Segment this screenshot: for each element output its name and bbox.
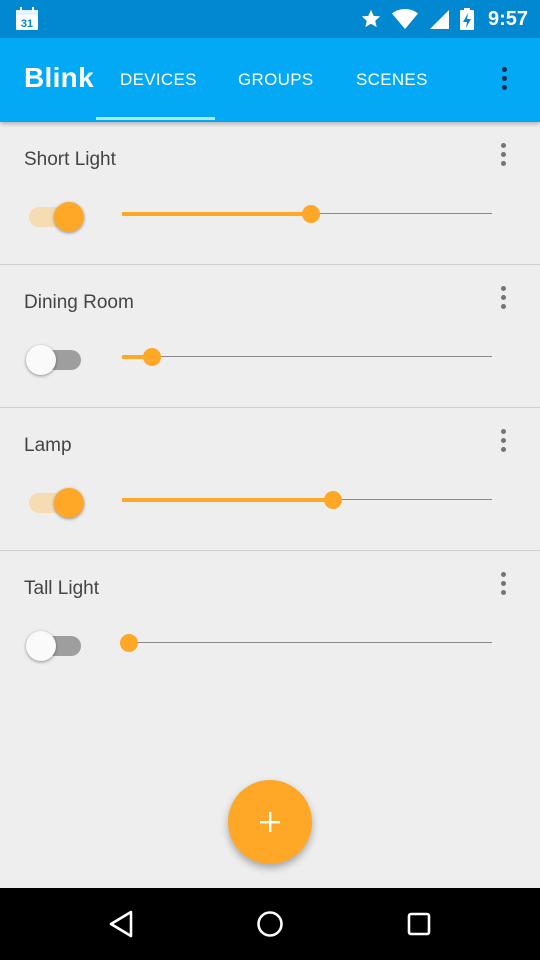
more-vert-icon (489, 285, 517, 309)
device-list: Short Light Dining Room Lamp Tall Light (0, 122, 540, 694)
slider-rail (122, 356, 492, 357)
slider-knob[interactable] (302, 205, 320, 223)
device-menu-button[interactable] (489, 428, 517, 456)
brightness-slider[interactable] (120, 631, 492, 655)
app-title: Blink (24, 62, 94, 93)
switch-thumb (54, 488, 84, 518)
slider-rail (122, 642, 492, 643)
signal-icon (429, 10, 449, 29)
brightness-slider[interactable] (122, 345, 492, 369)
power-switch[interactable] (26, 198, 86, 232)
device-name: Lamp (24, 435, 72, 456)
switch-thumb (26, 631, 56, 661)
add-icon (260, 812, 280, 832)
device-menu-button[interactable] (489, 285, 517, 313)
brightness-slider[interactable] (122, 202, 492, 226)
slider-fill (122, 498, 333, 502)
more-vert-icon (490, 66, 518, 90)
tab-groups[interactable]: GROUPS (238, 70, 313, 90)
device-name: Short Light (24, 149, 116, 170)
status-bar: 31 9:57 (0, 0, 540, 38)
device-card: Short Light (0, 122, 540, 265)
clock: 9:57 (487, 7, 528, 30)
more-vert-icon (489, 428, 517, 452)
device-menu-button[interactable] (489, 142, 517, 170)
tab-indicator (96, 117, 215, 120)
tab-scenes[interactable]: SCENES (356, 70, 428, 90)
slider-fill (122, 212, 311, 216)
recents-icon[interactable] (403, 908, 435, 940)
calendar-day: 31 (21, 18, 33, 30)
more-vert-icon (489, 571, 517, 595)
overflow-menu-button[interactable] (490, 66, 518, 94)
device-card: Tall Light (0, 551, 540, 694)
device-name: Tall Light (24, 578, 99, 599)
brightness-slider[interactable] (122, 488, 492, 512)
power-switch[interactable] (26, 627, 86, 661)
nav-bar (0, 888, 540, 960)
switch-thumb (54, 202, 84, 232)
wifi-icon (391, 9, 418, 29)
battery-charging-icon (459, 8, 474, 30)
more-vert-icon (489, 142, 517, 166)
device-card: Dining Room (0, 265, 540, 408)
switch-thumb (26, 345, 56, 375)
device-name: Dining Room (24, 292, 134, 313)
app-bar: Blink DEVICES GROUPS SCENES (0, 38, 540, 122)
device-card: Lamp (0, 408, 540, 551)
back-icon[interactable] (106, 908, 138, 940)
slider-knob[interactable] (324, 491, 342, 509)
calendar-icon: 31 (16, 7, 38, 30)
slider-knob[interactable] (143, 348, 161, 366)
add-device-button[interactable] (228, 780, 312, 864)
power-switch[interactable] (26, 341, 86, 375)
slider-knob[interactable] (120, 634, 138, 652)
tab-devices[interactable]: DEVICES (120, 70, 197, 90)
star-icon (361, 9, 381, 28)
power-switch[interactable] (26, 484, 86, 518)
device-menu-button[interactable] (489, 571, 517, 599)
home-icon[interactable] (254, 908, 286, 940)
